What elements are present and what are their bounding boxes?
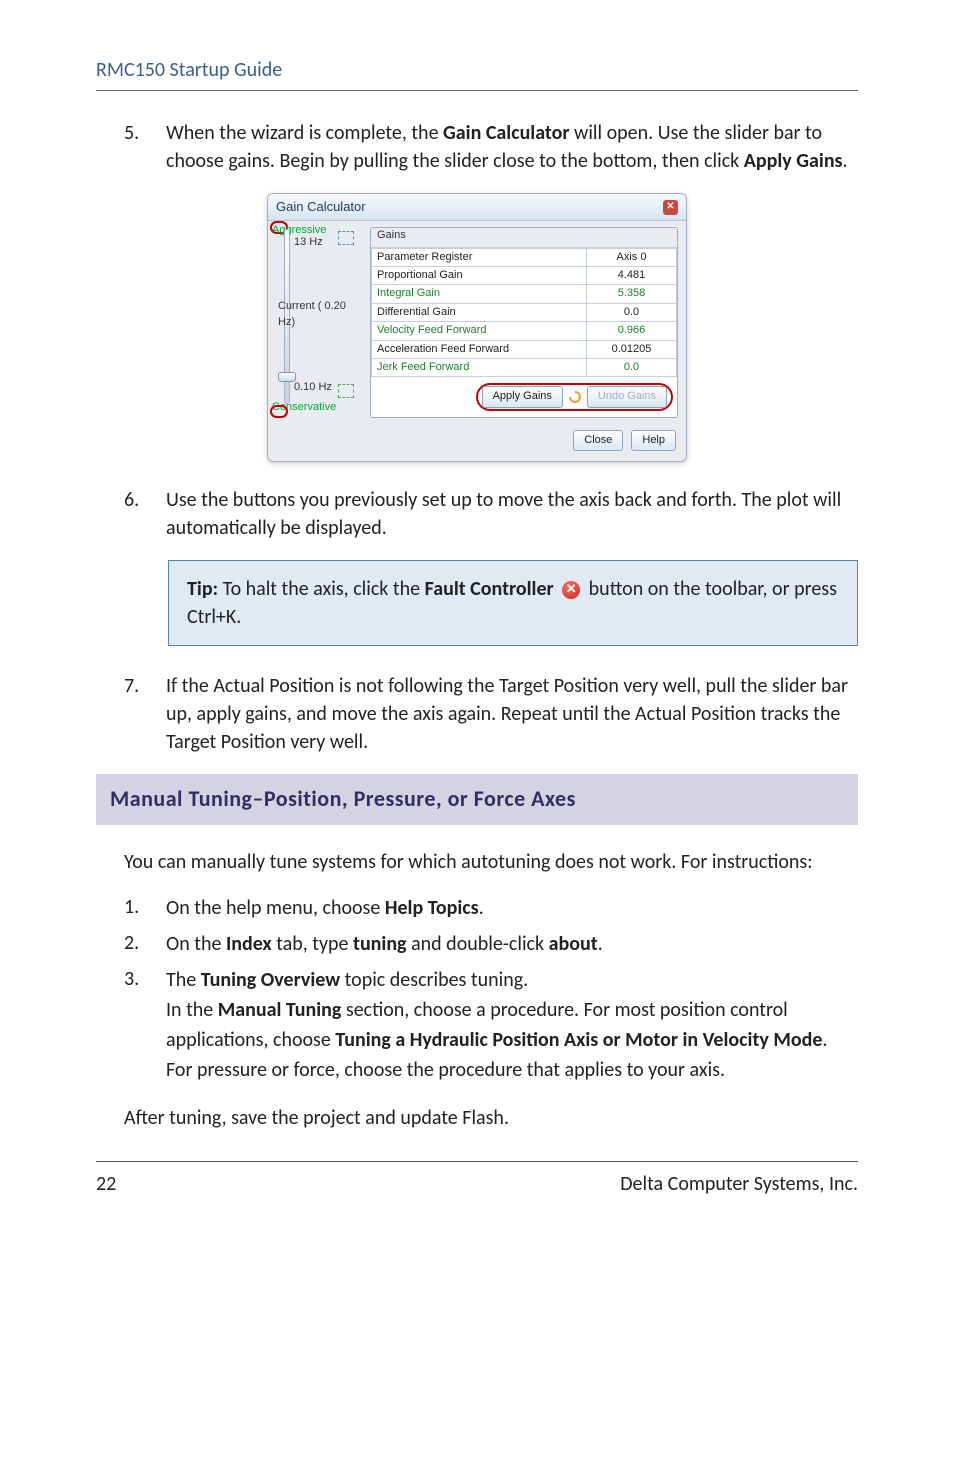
table-row: Velocity Feed Forward0.966 <box>372 322 677 340</box>
header-rule <box>96 90 858 91</box>
undo-icon <box>566 389 583 406</box>
close-icon[interactable]: ✕ <box>663 200 678 215</box>
page-header: RMC150 Startup Guide <box>96 56 858 84</box>
page-footer: 22 Delta Computer Systems, Inc. <box>96 1162 858 1198</box>
ruler-icon[interactable] <box>338 231 354 245</box>
page: RMC150 Startup Guide 5. When the wizard … <box>0 0 954 1475</box>
tip-label: Tip: <box>187 577 223 601</box>
list-item: 2. On the Index tab, type tuning and dou… <box>96 929 858 959</box>
fault-controller-icon: ✕ <box>562 581 580 599</box>
help-button[interactable]: Help <box>631 430 676 451</box>
gains-panel: Gains Parameter RegisterAxis 0 Proportio… <box>370 227 678 418</box>
gains-header: Gains <box>371 228 677 247</box>
freq-bottom-label: 0.10 Hz <box>294 380 332 395</box>
gain-calculator-dialog: Gain Calculator ✕ Aggressive 13 Hz Curre… <box>267 193 687 462</box>
step-7: 7. If the Actual Position is not followi… <box>96 672 858 756</box>
step-num: 7. <box>124 672 166 756</box>
step-body: If the Actual Position is not following … <box>166 672 858 756</box>
step-body: Use the buttons you previously set up to… <box>166 486 858 542</box>
manual-tuning-list: 1. On the help menu, choose Help Topics.… <box>96 893 858 1085</box>
list-item: 3. The Tuning Overview topic describes t… <box>96 965 858 1085</box>
table-row: Proportional Gain4.481 <box>372 266 677 284</box>
intro-paragraph: You can manually tune systems for which … <box>96 847 858 877</box>
step-5: 5. When the wizard is complete, the Gain… <box>96 119 858 175</box>
step-body: When the wizard is complete, the Gain Ca… <box>166 119 858 175</box>
close-button[interactable]: Close <box>573 430 623 451</box>
step-num: 5. <box>124 119 166 175</box>
apply-gains-button[interactable]: Apply Gains <box>482 386 563 407</box>
dialog-titlebar: Gain Calculator ✕ <box>268 194 686 221</box>
table-row: Jerk Feed Forward0.0 <box>372 358 677 376</box>
freq-current-label: Current ( 0.20 Hz) <box>278 299 364 330</box>
section-heading: Manual Tuning–Position, Pressure, or For… <box>96 774 858 825</box>
table-row: Differential Gain0.0 <box>372 303 677 321</box>
after-paragraph: After tuning, save the project and updat… <box>96 1103 858 1133</box>
undo-gains-button[interactable]: Undo Gains <box>587 386 667 407</box>
gains-table: Parameter RegisterAxis 0 Proportional Ga… <box>371 248 677 378</box>
highlight-apply-undo: Apply Gains Undo Gains <box>476 383 673 410</box>
slider-column: Aggressive 13 Hz Current ( 0.20 Hz) 0.10… <box>276 227 364 418</box>
tip-callout: Tip: To halt the axis, click the Fault C… <box>168 560 858 646</box>
highlight-conservative <box>270 405 288 418</box>
freq-top-label: 13 Hz <box>294 235 323 250</box>
table-row: Parameter RegisterAxis 0 <box>372 248 677 266</box>
dialog-title: Gain Calculator <box>276 198 366 216</box>
step-num: 6. <box>124 486 166 542</box>
step-6: 6. Use the buttons you previously set up… <box>96 486 858 542</box>
gains-button-row: Apply Gains Undo Gains <box>371 377 677 416</box>
response-icon[interactable] <box>338 384 354 398</box>
page-number: 22 <box>96 1170 116 1198</box>
list-item: 1. On the help menu, choose Help Topics. <box>96 893 858 923</box>
company-name: Delta Computer Systems, Inc. <box>620 1170 858 1198</box>
table-row: Acceleration Feed Forward0.01205 <box>372 340 677 358</box>
table-row: Integral Gain5.358 <box>372 285 677 303</box>
dialog-footer: Close Help <box>268 422 686 461</box>
